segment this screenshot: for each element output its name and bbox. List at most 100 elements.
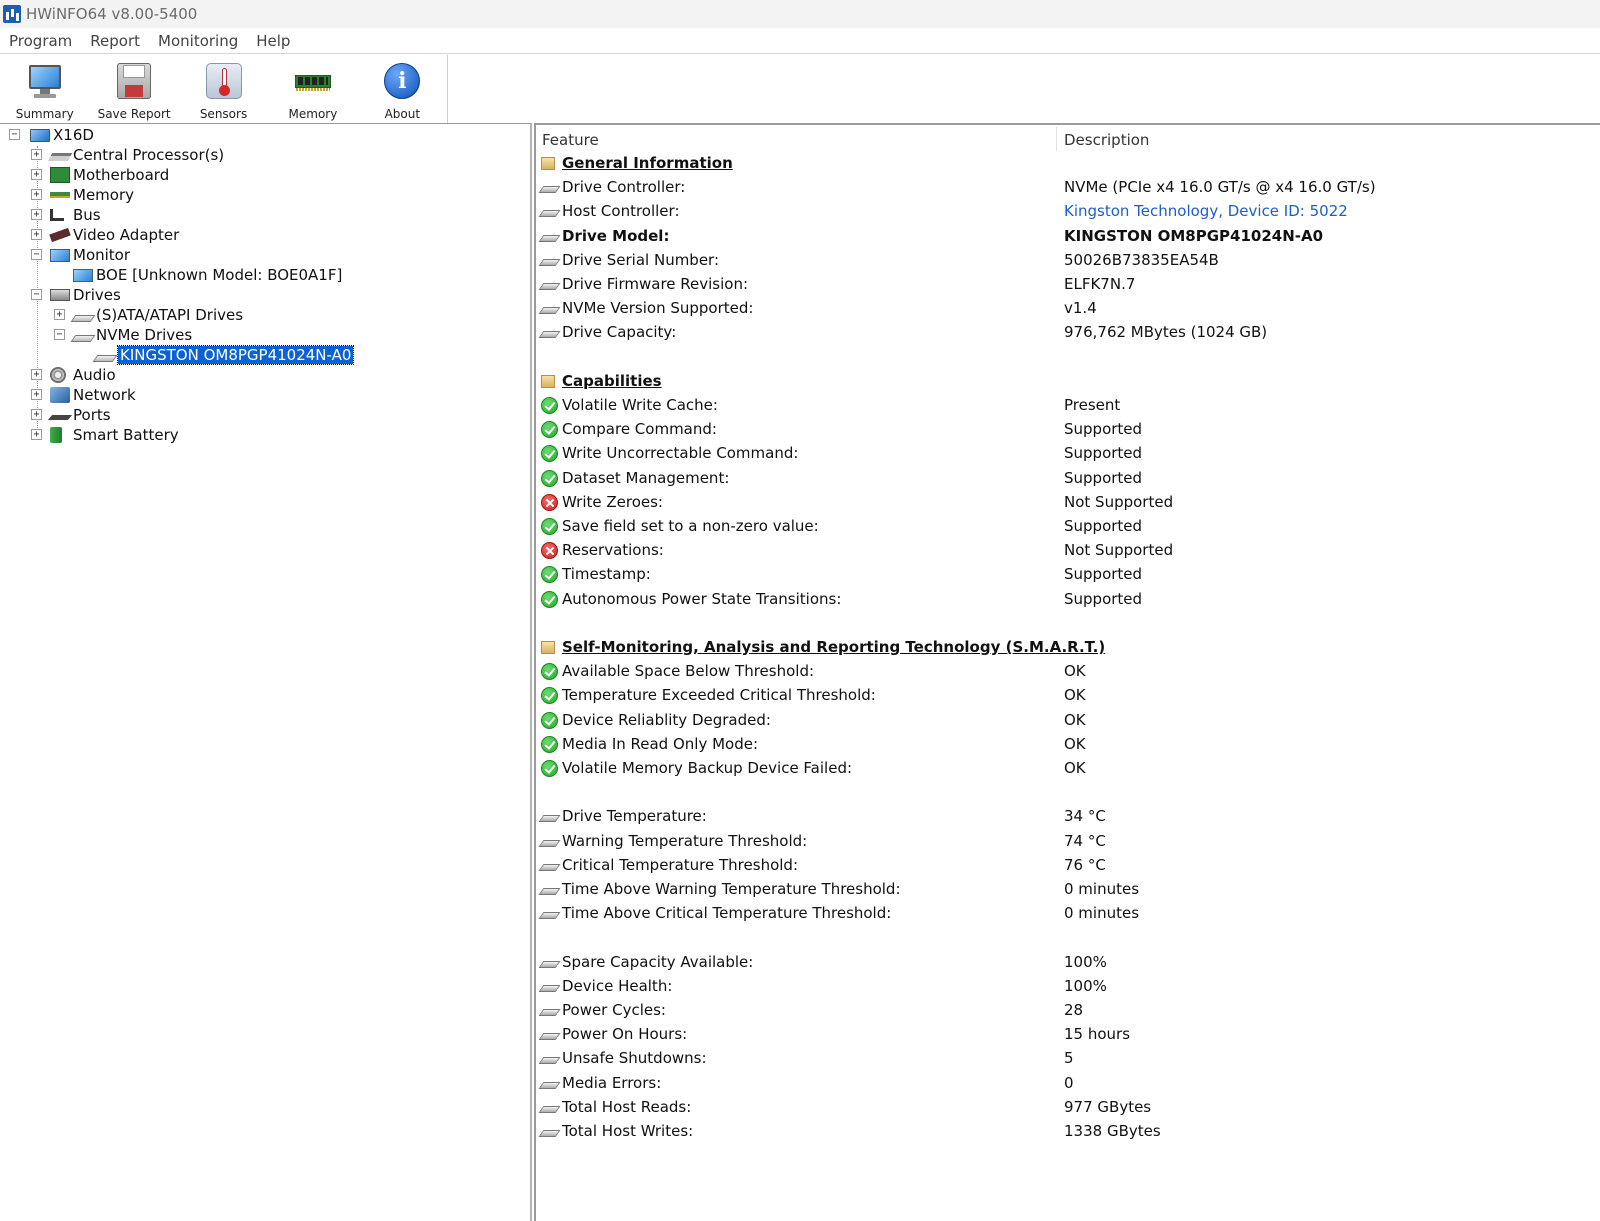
expand-ports-toggle[interactable]: + <box>31 409 42 420</box>
detail-row[interactable]: Volatile Write Cache: Present <box>536 393 1600 417</box>
about-button[interactable]: i About <box>358 55 447 123</box>
tree-node-memory-label: Memory <box>73 186 135 204</box>
detail-row[interactable]: Volatile Memory Backup Device Failed: OK <box>536 756 1600 780</box>
memory-button-label: Memory <box>288 107 338 121</box>
check-icon <box>541 469 558 487</box>
detail-row[interactable]: Write Zeroes: Not Supported <box>536 490 1600 514</box>
detail-row[interactable]: Temperature Exceeded Critical Threshold:… <box>536 683 1600 707</box>
detail-row[interactable]: Reservations: Not Supported <box>536 538 1600 562</box>
tree-node-sata[interactable]: (S)ATA/ATAPI Drives <box>70 305 243 325</box>
motherboard-icon <box>50 167 70 183</box>
tree-node-smart-battery[interactable]: Smart Battery <box>50 425 179 445</box>
tree-node-network[interactable]: Network <box>50 385 136 405</box>
tree-node-bus[interactable]: Bus <box>50 205 101 225</box>
detail-row[interactable]: Media Errors: 0 <box>536 1071 1600 1095</box>
expand-audio-toggle[interactable]: + <box>31 369 42 380</box>
description-value: NVMe (PCIe x4 16.0 GT/s @ x4 16.0 GT/s) <box>1064 178 1376 197</box>
tree-node-nvme[interactable]: NVMe Drives <box>70 325 192 345</box>
detail-row[interactable]: Drive Serial Number: 50026B73835EA54B <box>536 248 1600 272</box>
expand-video-toggle[interactable]: + <box>31 229 42 240</box>
column-divider[interactable] <box>1056 127 1057 151</box>
tree-node-drives[interactable]: Drives <box>50 285 121 305</box>
detail-row[interactable]: Device Reliablity Degraded: OK <box>536 708 1600 732</box>
detail-row[interactable]: Drive Capacity: 976,762 MBytes (1024 GB) <box>536 320 1600 344</box>
detail-row[interactable]: Spare Capacity Available: 100% <box>536 950 1600 974</box>
detail-row[interactable]: Drive Controller: NVMe (PCIe x4 16.0 GT/s… <box>536 175 1600 199</box>
device-tree[interactable]: − X16D + Central Processor(s) + Motherbo… <box>0 123 532 1221</box>
detail-row[interactable]: Drive Firmware Revision: ELFK7N.7 <box>536 272 1600 296</box>
section-header-row[interactable]: Capabilities <box>536 369 1600 393</box>
expand-bus-toggle[interactable]: + <box>31 209 42 220</box>
detail-row[interactable]: Dataset Management: Supported <box>536 466 1600 490</box>
detail-row[interactable]: Power On Hours: 15 hours <box>536 1022 1600 1046</box>
detail-row[interactable]: Drive Model: KINGSTON OM8PGP41024N-A0 <box>536 224 1600 248</box>
menu-report[interactable]: Report <box>90 32 140 50</box>
menu-program[interactable]: Program <box>9 32 72 50</box>
tree-node-motherboard[interactable]: Motherboard <box>50 165 169 185</box>
detail-row[interactable]: Unsafe Shutdowns: 5 <box>536 1046 1600 1070</box>
description-column-header[interactable]: Description <box>1064 131 1149 149</box>
collapse-drives-toggle[interactable]: − <box>31 289 42 300</box>
section-header-row[interactable]: Self-Monitoring, Analysis and Reporting … <box>536 635 1600 659</box>
detail-row[interactable]: Drive Temperature: 34 °C <box>536 804 1600 828</box>
feature-label: Total Host Writes: <box>562 1122 694 1140</box>
description-link[interactable]: Kingston Technology, Device ID: 5022 <box>1064 202 1348 220</box>
collapse-monitor-toggle[interactable]: − <box>31 249 42 260</box>
expand-battery-toggle[interactable]: + <box>31 429 42 440</box>
description-value: 34 °C <box>1064 807 1106 826</box>
tree-node-monitor-boe[interactable]: BOE [Unknown Model: BOE0A1F] <box>73 265 342 285</box>
detail-row[interactable]: NVMe Version Supported: v1.4 <box>536 296 1600 320</box>
detail-row[interactable]: Total Host Writes: 1338 GBytes <box>536 1119 1600 1143</box>
sensors-button[interactable]: Sensors <box>179 55 268 123</box>
detail-row[interactable]: Autonomous Power State Transitions: Suppo… <box>536 587 1600 611</box>
drive-icon <box>70 314 96 322</box>
detail-row[interactable]: Warning Temperature Threshold: 74 °C <box>536 829 1600 853</box>
tree-node-bus-label: Bus <box>73 206 101 224</box>
tree-node-kingston[interactable]: KINGSTON OM8PGP41024N-A0 <box>92 345 355 365</box>
check-icon <box>541 518 558 535</box>
detail-row[interactable]: Power Cycles: 28 <box>536 998 1600 1022</box>
detail-row[interactable]: Device Health: 100% <box>536 974 1600 998</box>
detail-row[interactable]: Time Above Critical Temperature Threshol… <box>536 901 1600 925</box>
drive-icon <box>538 1081 561 1089</box>
tree-node-video-adapter[interactable]: Video Adapter <box>49 225 179 245</box>
detail-row[interactable]: Critical Temperature Threshold: 76 °C <box>536 853 1600 877</box>
tree-node-cpu[interactable]: Central Processor(s) <box>47 145 224 165</box>
collapse-nvme-toggle[interactable]: − <box>54 329 65 340</box>
details-panel[interactable]: Feature Description General Information D… <box>534 123 1600 1221</box>
save-report-button-label: Save Report <box>97 107 171 121</box>
collapse-root-toggle[interactable]: − <box>9 129 20 140</box>
tree-node-root[interactable]: X16D <box>30 125 94 145</box>
detail-row[interactable]: Total Host Reads: 977 GBytes <box>536 1095 1600 1119</box>
expand-memory-toggle[interactable]: + <box>31 189 42 200</box>
section-header-row[interactable]: General Information <box>536 151 1600 175</box>
section-title: Self-Monitoring, Analysis and Reporting … <box>562 638 1106 656</box>
detail-row[interactable]: Save field set to a non-zero value: Suppo… <box>536 514 1600 538</box>
drive-icon <box>538 815 561 823</box>
tree-node-monitor[interactable]: Monitor <box>50 245 130 265</box>
feature-column-header[interactable]: Feature <box>542 131 599 149</box>
expand-network-toggle[interactable]: + <box>31 389 42 400</box>
save-report-button[interactable]: Save Report <box>89 55 178 123</box>
tree-node-ports[interactable]: Ports <box>47 405 111 425</box>
check-icon <box>541 735 558 753</box>
detail-row[interactable]: Media In Read Only Mode: OK <box>536 732 1600 756</box>
detail-row[interactable]: Time Above Warning Temperature Threshold… <box>536 877 1600 901</box>
detail-row[interactable]: Host Controller: Kingston Technology, Dev… <box>536 199 1600 223</box>
detail-row[interactable]: Compare Command: Supported <box>536 417 1600 441</box>
menu-monitoring[interactable]: Monitoring <box>158 32 238 50</box>
summary-button[interactable]: Summary <box>0 55 89 123</box>
tree-node-memory[interactable]: Memory <box>50 185 134 205</box>
detail-row[interactable]: Timestamp: Supported <box>536 562 1600 586</box>
memory-button[interactable]: Memory <box>268 55 357 123</box>
tree-node-audio[interactable]: Audio <box>50 365 116 385</box>
feature-label: Drive Serial Number: <box>562 250 720 269</box>
drive-icon <box>538 839 561 847</box>
expand-cpu-toggle[interactable]: + <box>31 149 42 160</box>
check-icon <box>541 663 558 681</box>
expand-sata-toggle[interactable]: + <box>54 309 65 320</box>
detail-row[interactable]: Write Uncorrectable Command: Supported <box>536 441 1600 465</box>
menu-help[interactable]: Help <box>256 32 290 50</box>
expand-motherboard-toggle[interactable]: + <box>31 169 42 180</box>
detail-row[interactable]: Available Space Below Threshold: OK <box>536 659 1600 683</box>
